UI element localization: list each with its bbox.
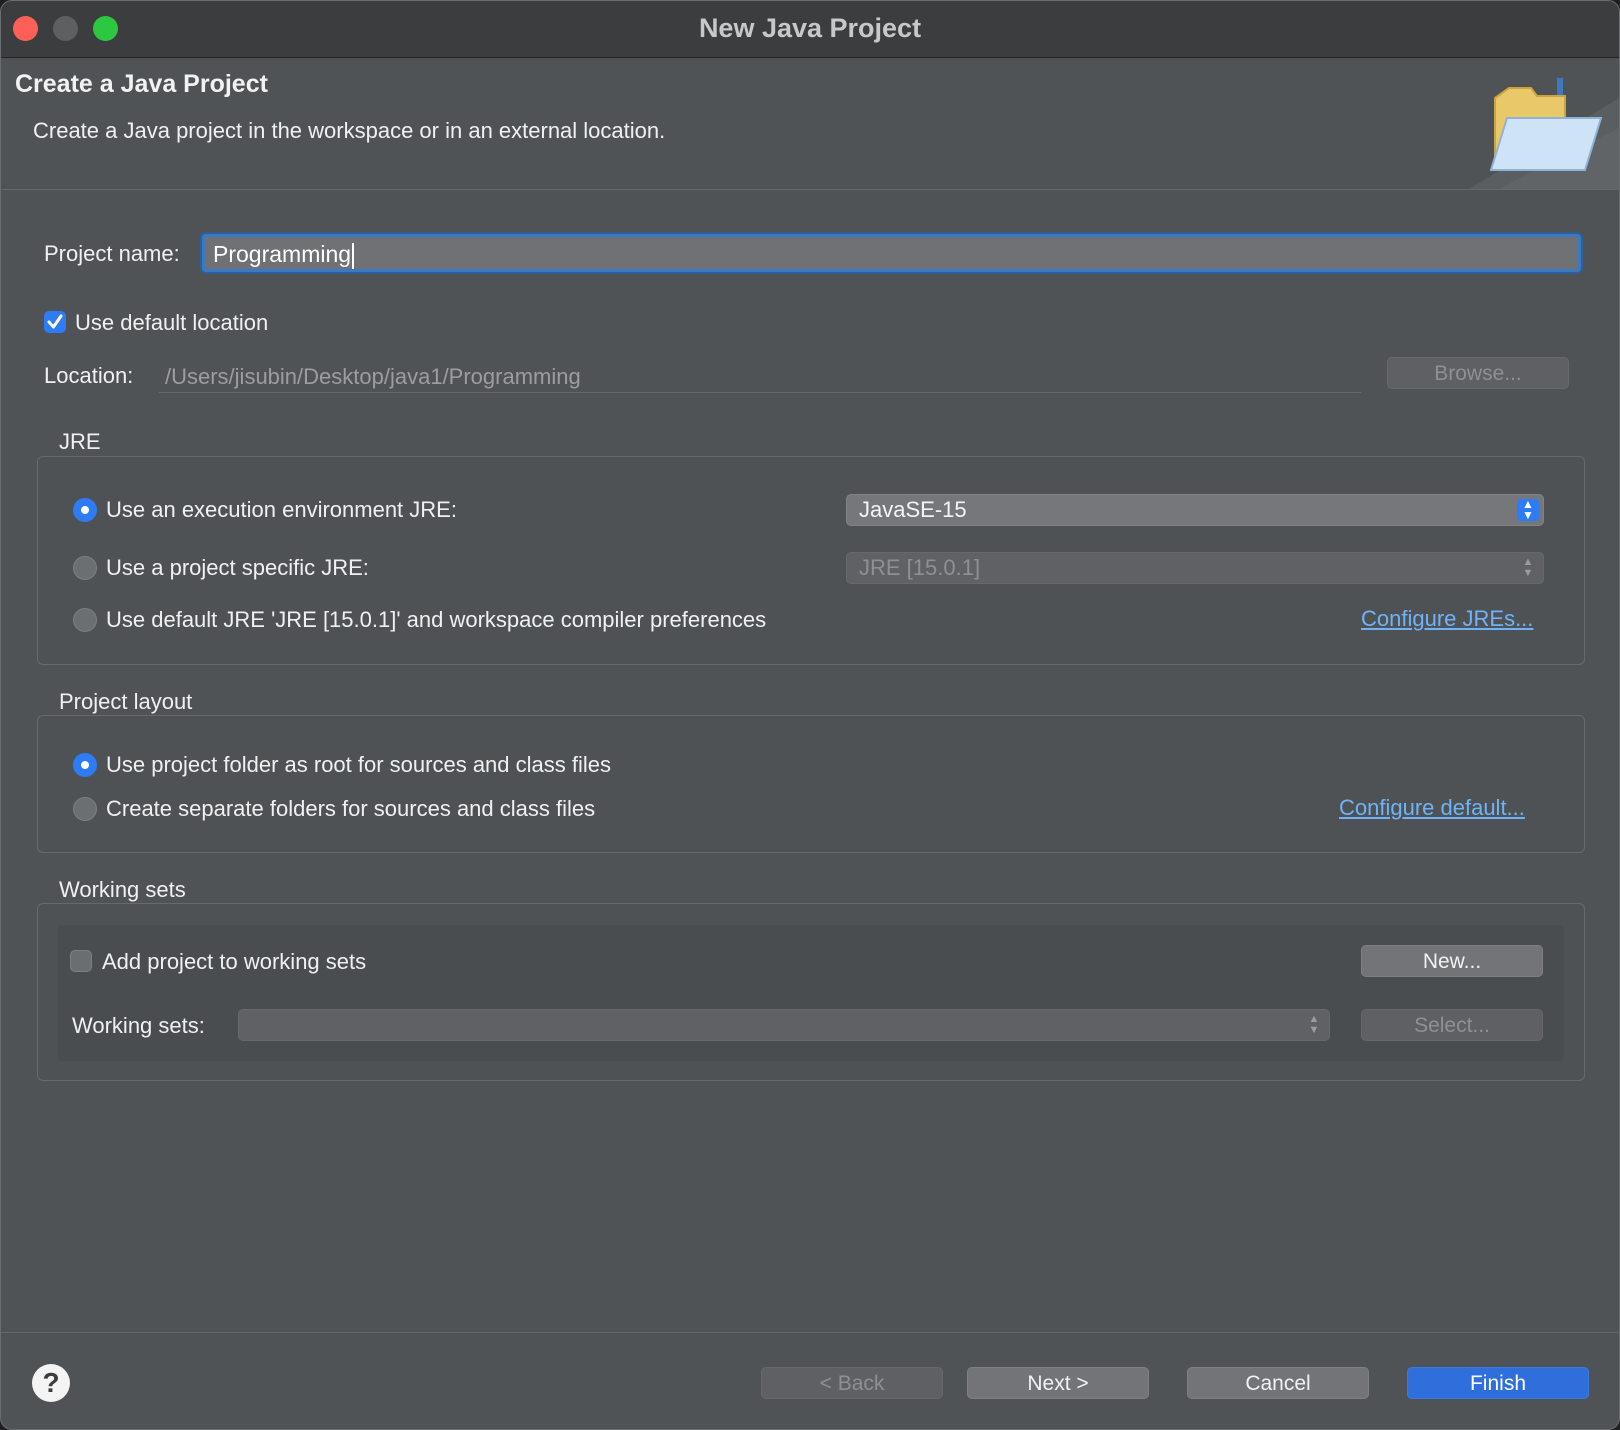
separate-folders-radio[interactable]	[73, 797, 97, 821]
next-button[interactable]: Next >	[967, 1367, 1149, 1399]
page-title: Create a Java Project	[15, 70, 268, 98]
chevron-updown-icon: ▲ ▼	[1517, 498, 1539, 521]
working-sets-group-label: Working sets	[59, 877, 186, 902]
use-default-location-checkbox[interactable]	[44, 311, 66, 333]
add-to-working-sets-label[interactable]: Add project to working sets	[102, 949, 366, 975]
execution-environment-value: JavaSE-15	[859, 497, 967, 522]
jre-group: Use an execution environment JRE: JavaSE…	[37, 456, 1585, 665]
window-title: New Java Project	[698, 13, 922, 43]
jre-group-label: JRE	[59, 429, 101, 454]
footer-divider	[1, 1332, 1619, 1333]
cancel-button[interactable]: Cancel	[1187, 1367, 1369, 1399]
wizard-banner: Create a Java Project Create a Java proj…	[1, 58, 1619, 190]
title-bar[interactable]: New Java Project	[1, 1, 1619, 58]
project-name-input[interactable]: Programming	[202, 234, 1581, 272]
execution-environment-select[interactable]: JavaSE-15 ▲ ▼	[846, 494, 1544, 526]
new-java-project-dialog: New Java Project Create a Java Project C…	[0, 0, 1620, 1430]
location-field: /Users/jisubin/Desktop/java1/Programming	[159, 359, 1361, 393]
working-sets-group: Add project to working sets New... Worki…	[37, 903, 1585, 1081]
default-jre-radio[interactable]	[73, 608, 97, 632]
use-default-location-label[interactable]: Use default location	[75, 310, 268, 336]
configure-jres-link[interactable]: Configure JREs...	[1361, 606, 1533, 632]
project-specific-jre-select[interactable]: JRE [15.0.1] ▲ ▼	[846, 552, 1544, 584]
project-layout-group: Use project folder as root for sources a…	[37, 715, 1585, 853]
page-description: Create a Java project in the workspace o…	[33, 118, 666, 143]
location-label: Location:	[44, 363, 134, 388]
back-button[interactable]: < Back	[761, 1367, 943, 1399]
execution-environment-radio[interactable]	[73, 498, 97, 522]
new-working-set-button[interactable]: New...	[1361, 945, 1543, 977]
chevron-updown-icon: ▲ ▼	[1522, 556, 1534, 579]
working-sets-select[interactable]: ▲ ▼	[238, 1009, 1330, 1041]
separate-folders-label[interactable]: Create separate folders for sources and …	[106, 796, 595, 822]
browse-button[interactable]: Browse...	[1387, 357, 1569, 389]
project-layout-group-label: Project layout	[59, 689, 193, 714]
working-sets-panel: Add project to working sets New... Worki…	[58, 925, 1564, 1061]
execution-environment-label[interactable]: Use an execution environment JRE:	[106, 497, 457, 523]
finish-button[interactable]: Finish	[1407, 1367, 1589, 1399]
working-sets-label: Working sets:	[72, 1013, 205, 1038]
text-caret	[352, 242, 355, 269]
add-to-working-sets-checkbox[interactable]	[70, 950, 92, 972]
select-working-sets-button[interactable]: Select...	[1361, 1009, 1543, 1041]
project-folder-root-label[interactable]: Use project folder as root for sources a…	[106, 752, 611, 778]
project-specific-jre-label[interactable]: Use a project specific JRE:	[106, 555, 369, 581]
java-project-folder-icon	[1469, 78, 1619, 189]
project-name-value: Programming	[213, 241, 352, 267]
project-specific-jre-radio[interactable]	[73, 556, 97, 580]
project-folder-root-radio[interactable]	[73, 753, 97, 777]
checkmark-icon	[47, 314, 63, 329]
project-specific-jre-value: JRE [15.0.1]	[859, 555, 981, 580]
help-icon[interactable]: ?	[32, 1364, 70, 1402]
default-jre-label[interactable]: Use default JRE 'JRE [15.0.1]' and works…	[106, 607, 766, 633]
chevron-updown-icon: ▲ ▼	[1308, 1013, 1320, 1036]
project-name-label: Project name:	[44, 241, 180, 266]
configure-default-link[interactable]: Configure default...	[1339, 795, 1525, 821]
